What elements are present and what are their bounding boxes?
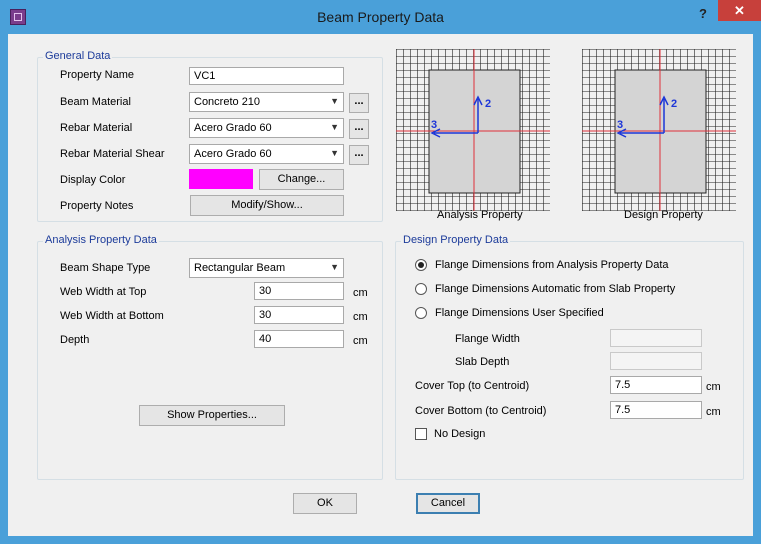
beam-shape-select[interactable]: Rectangular Beam ▼ [189, 258, 344, 278]
beam-shape-label: Beam Shape Type [60, 262, 151, 274]
dialog-window: Beam Property Data ? ✕ General Data Prop… [0, 0, 761, 544]
rebar-shear-select[interactable]: Acero Grado 60 ▼ [189, 144, 344, 164]
web-top-unit: cm [353, 287, 368, 299]
rebar-material-value: Acero Grado 60 [194, 122, 272, 134]
chevron-down-icon: ▼ [330, 148, 339, 158]
property-name-input[interactable]: VC1 [189, 67, 344, 85]
chevron-down-icon: ▼ [330, 262, 339, 272]
help-icon[interactable]: ? [699, 6, 707, 21]
rebar-material-browse-button[interactable]: ... [349, 119, 369, 139]
axis-2-label: 2 [671, 98, 677, 110]
design-data-legend: Design Property Data [401, 234, 511, 246]
cover-bottom-unit: cm [706, 406, 721, 418]
cancel-button[interactable]: Cancel [416, 493, 480, 514]
display-color-label: Display Color [60, 174, 126, 186]
rebar-shear-label: Rebar Material Shear [60, 148, 165, 160]
beam-material-label: Beam Material [60, 96, 131, 108]
analysis-section-diagram: 23 [396, 49, 550, 211]
chevron-down-icon: ▼ [330, 96, 339, 106]
design-property-caption: Design Property [624, 209, 703, 221]
chevron-down-icon: ▼ [330, 122, 339, 132]
slab-depth-label: Slab Depth [455, 356, 510, 368]
beam-material-value: Concreto 210 [194, 96, 261, 108]
window-title: Beam Property Data [317, 9, 444, 25]
flange-from-analysis-radio[interactable] [415, 259, 427, 271]
axis-3-label: 3 [431, 119, 437, 131]
flange-user-specified-label: Flange Dimensions User Specified [435, 307, 604, 319]
design-section-diagram: 23 [582, 49, 736, 211]
display-color-swatch [189, 169, 253, 189]
flange-automatic-label: Flange Dimensions Automatic from Slab Pr… [435, 283, 676, 295]
rebar-material-select[interactable]: Acero Grado 60 ▼ [189, 118, 344, 138]
no-design-checkbox[interactable] [415, 428, 427, 440]
rebar-material-label: Rebar Material [60, 122, 133, 134]
analysis-property-caption: Analysis Property [437, 209, 523, 221]
ok-button[interactable]: OK [293, 493, 357, 514]
depth-label: Depth [60, 334, 90, 346]
depth-input[interactable]: 40 [254, 330, 344, 348]
cover-bottom-input[interactable]: 7.5 [610, 401, 702, 419]
cover-top-input[interactable]: 7.5 [610, 376, 702, 394]
beam-material-browse-button[interactable]: ... [349, 93, 369, 113]
cover-bottom-label: Cover Bottom (to Centroid) [415, 405, 547, 417]
axis-2-label: 2 [485, 98, 491, 110]
flange-width-input [610, 329, 702, 347]
rebar-shear-browse-button[interactable]: ... [349, 145, 369, 165]
cover-top-label: Cover Top (to Centroid) [415, 380, 530, 392]
flange-automatic-radio[interactable] [415, 283, 427, 295]
show-properties-button[interactable]: Show Properties... [139, 405, 285, 426]
depth-unit: cm [353, 335, 368, 347]
flange-from-analysis-label: Flange Dimensions from Analysis Property… [435, 259, 669, 271]
property-notes-label: Property Notes [60, 200, 134, 212]
slab-depth-input [610, 352, 702, 370]
cover-top-unit: cm [706, 381, 721, 393]
analysis-data-legend: Analysis Property Data [43, 234, 159, 246]
no-design-label: No Design [434, 428, 486, 440]
axis-3-label: 3 [617, 119, 623, 131]
beam-material-select[interactable]: Concreto 210 ▼ [189, 92, 344, 112]
dialog-client-area: General Data Property Name VC1 Beam Mate… [8, 34, 753, 536]
web-bottom-input[interactable]: 30 [254, 306, 344, 324]
web-bottom-label: Web Width at Bottom [60, 310, 164, 322]
modify-show-button[interactable]: Modify/Show... [190, 195, 344, 216]
beam-shape-value: Rectangular Beam [194, 262, 286, 274]
flange-user-specified-radio[interactable] [415, 307, 427, 319]
web-top-label: Web Width at Top [60, 286, 147, 298]
general-data-legend: General Data [43, 50, 113, 62]
change-color-button[interactable]: Change... [259, 169, 344, 190]
rebar-shear-value: Acero Grado 60 [194, 148, 272, 160]
property-name-label: Property Name [60, 69, 134, 81]
web-top-input[interactable]: 30 [254, 282, 344, 300]
title-bar[interactable]: Beam Property Data ? ✕ [0, 0, 761, 34]
flange-width-label: Flange Width [455, 333, 520, 345]
close-button[interactable]: ✕ [718, 0, 761, 21]
web-bottom-unit: cm [353, 311, 368, 323]
